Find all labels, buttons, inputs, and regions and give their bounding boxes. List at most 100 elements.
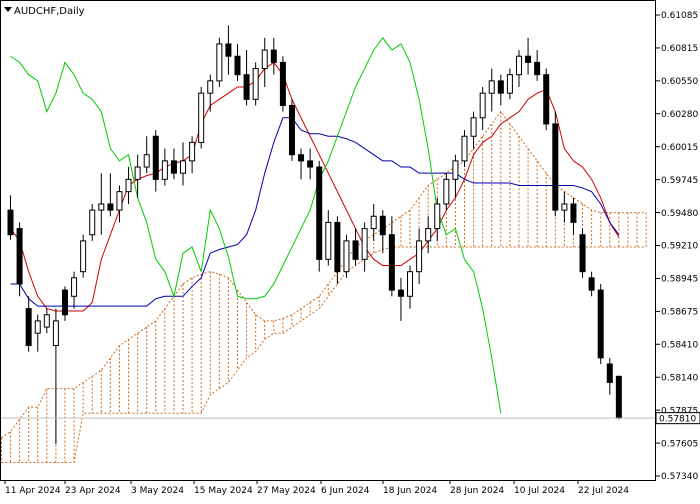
candle: [443, 173, 450, 211]
candle-body: [461, 135, 468, 162]
candle: [107, 173, 114, 217]
candle-body: [89, 209, 96, 236]
y-tick-label: 0.61085: [661, 11, 698, 21]
candle: [379, 210, 386, 254]
dropdown-triangle-icon[interactable]: [4, 7, 12, 12]
candle-body: [134, 166, 141, 180]
y-tick-label: 0.60015: [661, 143, 698, 153]
candle: [434, 197, 441, 241]
candle-body: [352, 240, 359, 260]
candle-body: [180, 160, 187, 174]
candle: [116, 185, 123, 223]
candle: [89, 203, 96, 241]
candle: [552, 111, 559, 217]
x-tick-label: 11 Apr 2024: [5, 486, 61, 496]
candle-body: [579, 234, 586, 273]
chart-area: 0.61085 0.60815 0.60550 0.60280 0.60015 0.597…: [0, 0, 700, 500]
candle: [488, 68, 495, 112]
y-tick-label: 0.60815: [661, 44, 698, 54]
candle-body: [25, 308, 32, 347]
candle: [61, 286, 68, 321]
y-tick-label: 0.59210: [661, 242, 698, 252]
candle-body: [597, 289, 604, 359]
candle: [180, 142, 187, 186]
candle-body: [279, 61, 286, 106]
candle-body: [252, 68, 259, 100]
candle: [452, 154, 459, 198]
candle-body: [34, 320, 41, 334]
candle: [334, 216, 341, 284]
candle-body: [606, 363, 613, 383]
candle: [52, 308, 59, 444]
candle-body: [425, 228, 432, 242]
candle-body: [407, 271, 414, 297]
candle: [361, 222, 368, 272]
candle: [461, 130, 468, 168]
candle: [216, 37, 223, 88]
candle: [416, 228, 423, 284]
candle: [98, 173, 105, 235]
candle: [161, 148, 168, 186]
y-tick-label: 0.57605: [661, 439, 698, 449]
candle: [225, 25, 232, 75]
candle-body: [443, 178, 450, 205]
y-tick-label: 0.60280: [661, 110, 698, 120]
candle-body: [515, 55, 522, 76]
y-tick-label: 0.58140: [661, 373, 698, 383]
y-tick-label: 0.58410: [661, 340, 698, 350]
candle: [470, 111, 477, 149]
candle: [479, 87, 486, 131]
candle: [288, 99, 295, 161]
candle: [561, 191, 568, 223]
candle-body: [470, 117, 477, 137]
candle-body: [570, 203, 577, 223]
candle: [525, 37, 532, 75]
chart-svg: 0.61085 0.60815 0.60550 0.60280 0.60015 0.597…: [0, 0, 700, 496]
candle: [34, 314, 41, 352]
candle: [243, 50, 250, 106]
x-tick-label: 10 Jul 2024: [514, 486, 565, 496]
candle-body: [334, 221, 341, 273]
candle-body: [434, 203, 441, 230]
candle: [143, 136, 150, 174]
candle: [397, 277, 404, 321]
candle: [534, 50, 541, 81]
candle-body: [325, 221, 332, 260]
senkou-span-b-line: [1, 246, 647, 463]
candle: [80, 234, 87, 278]
candle-body: [298, 154, 305, 162]
candle-body: [552, 123, 559, 211]
x-tick-label: 6 Jun 2024: [321, 486, 370, 496]
current-price-label: 0.57810: [659, 414, 696, 424]
x-axis: 11 Apr 2024 23 Apr 2024 3 May 2024 15 May 2…: [4, 480, 629, 496]
current-price-tag: 0.57810: [655, 412, 700, 424]
candle: [298, 148, 305, 180]
candle: [407, 265, 414, 309]
candle: [316, 160, 323, 272]
x-tick-label: 28 Jun 2024: [450, 486, 504, 496]
candle: [16, 222, 23, 297]
candle: [543, 68, 550, 131]
candle-body: [316, 166, 323, 260]
candle-body: [288, 104, 295, 156]
candle-body: [416, 240, 423, 273]
candle-body: [107, 203, 114, 211]
candle-body: [125, 178, 132, 193]
y-tick-label: 0.59480: [661, 209, 698, 219]
candle: [506, 68, 513, 100]
candle-body: [307, 160, 314, 168]
candle-body: [525, 55, 532, 63]
chart-title-text: AUDCHF,Daily: [14, 6, 85, 17]
candle-body: [561, 203, 568, 211]
candle: [25, 296, 32, 352]
candle-body: [71, 277, 78, 297]
candle-body: [52, 320, 59, 347]
candle: [279, 56, 286, 112]
candle-body: [198, 92, 205, 143]
x-tick-label: 27 May 2024: [257, 486, 316, 496]
candle: [170, 148, 177, 180]
candle: [588, 271, 595, 297]
candle-body: [388, 234, 395, 291]
candle: [7, 195, 14, 240]
candle-body: [189, 141, 196, 162]
